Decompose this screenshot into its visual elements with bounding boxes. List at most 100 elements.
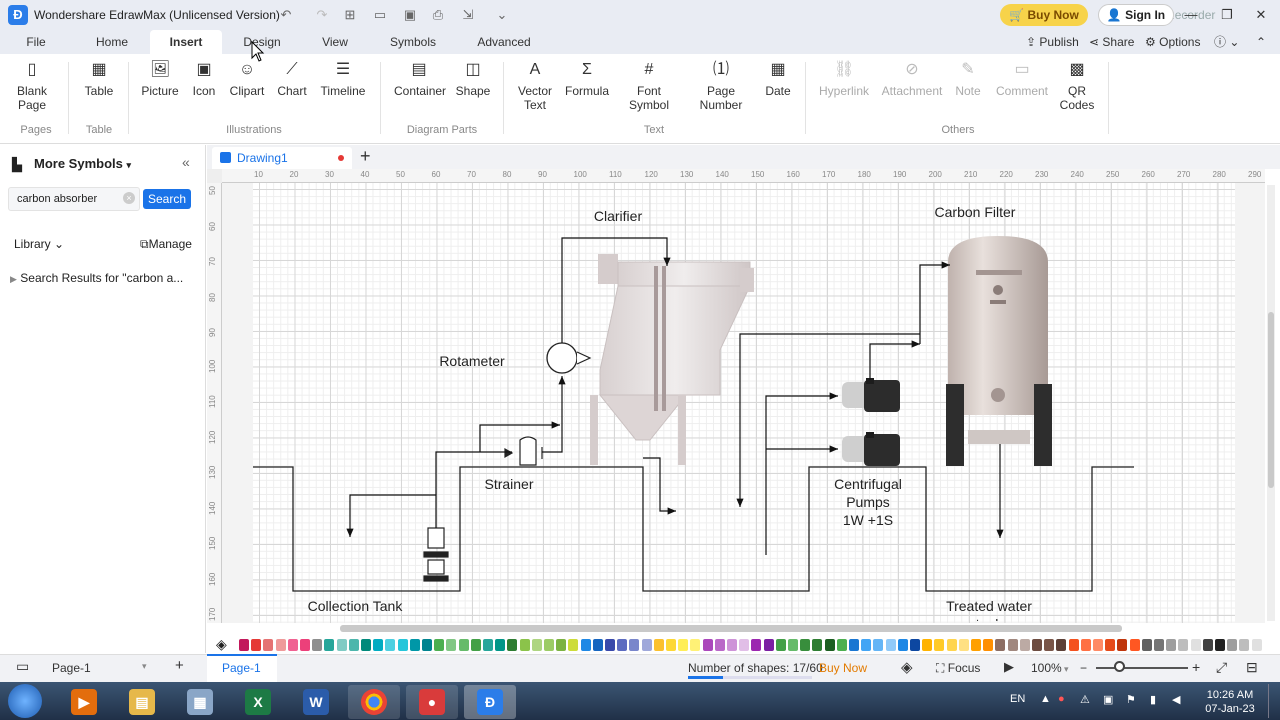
color-swatch[interactable] <box>1117 639 1128 651</box>
color-swatch[interactable] <box>995 639 1006 651</box>
color-swatch[interactable] <box>1044 639 1055 651</box>
taskbar-calculator[interactable]: ▦ <box>174 685 226 719</box>
centrifugal-pump-1[interactable] <box>842 378 900 412</box>
color-swatch[interactable] <box>958 639 969 651</box>
color-swatch[interactable] <box>1251 639 1262 651</box>
color-swatch[interactable] <box>397 639 408 651</box>
rotameter-label[interactable]: Rotameter <box>430 352 514 370</box>
color-swatch[interactable] <box>617 639 628 651</box>
clarifier-label[interactable]: Clarifier <box>578 207 658 225</box>
color-swatch[interactable] <box>836 639 847 651</box>
language-indicator[interactable]: EN <box>1010 693 1025 705</box>
color-swatch[interactable] <box>312 639 323 651</box>
network-icon[interactable]: ⚠ <box>1080 693 1090 706</box>
color-swatch[interactable] <box>556 639 567 651</box>
color-swatch[interactable] <box>483 639 493 651</box>
color-swatch[interactable] <box>702 639 713 651</box>
centrifugal-pump-2[interactable] <box>842 432 900 466</box>
color-swatch[interactable] <box>800 639 811 651</box>
taskbar-media-player[interactable]: ▶ <box>58 685 110 719</box>
zoom-slider[interactable] <box>1096 667 1188 669</box>
color-swatch[interactable] <box>971 639 981 651</box>
color-swatch[interactable] <box>592 639 603 651</box>
strainer-label[interactable]: Strainer <box>474 475 544 493</box>
color-swatch[interactable] <box>544 639 554 651</box>
fill-bucket-icon[interactable]: ◈ <box>216 636 227 653</box>
fit-width-icon[interactable]: ⊟ <box>1246 659 1258 676</box>
color-swatch[interactable] <box>287 639 298 651</box>
color-swatch[interactable] <box>568 639 579 651</box>
color-swatch[interactable] <box>641 639 652 651</box>
show-desktop-button[interactable] <box>1268 684 1278 718</box>
color-swatch[interactable] <box>873 639 884 651</box>
color-swatch[interactable] <box>751 639 762 651</box>
color-swatch[interactable] <box>714 639 725 651</box>
color-swatch[interactable] <box>373 639 384 651</box>
color-swatch[interactable] <box>434 639 445 651</box>
horizontal-scroll-thumb[interactable] <box>340 625 1122 632</box>
color-swatch[interactable] <box>239 639 249 651</box>
taskbar-clock[interactable]: 10:26 AM 07-Jan-23 <box>1202 688 1258 716</box>
color-swatch[interactable] <box>470 639 481 651</box>
color-swatch[interactable] <box>788 639 798 651</box>
color-swatch[interactable] <box>1019 639 1030 651</box>
status-buy-now-link[interactable]: Buy Now <box>819 661 867 675</box>
start-button[interactable] <box>8 684 42 718</box>
color-swatch[interactable] <box>1129 639 1140 651</box>
color-swatch[interactable] <box>1141 639 1152 651</box>
color-swatch[interactable] <box>495 639 506 651</box>
color-swatch[interactable] <box>727 639 737 651</box>
color-swatch[interactable] <box>361 639 371 651</box>
color-swatch[interactable] <box>605 639 615 651</box>
color-swatch[interactable] <box>861 639 872 651</box>
color-swatch[interactable] <box>519 639 530 651</box>
taskbar-word[interactable]: W <box>290 685 342 719</box>
zoom-in-icon[interactable]: + <box>1192 659 1200 675</box>
color-swatch[interactable] <box>885 639 896 651</box>
color-swatch[interactable] <box>812 639 823 651</box>
rotameter-symbol[interactable] <box>546 342 592 374</box>
color-swatch[interactable] <box>446 639 457 651</box>
carbon-filter-vessel[interactable] <box>946 236 1052 466</box>
color-swatch[interactable] <box>763 639 774 651</box>
color-swatch[interactable] <box>263 639 274 651</box>
clarifier-unit[interactable] <box>590 254 754 465</box>
vertical-scroll-thumb[interactable] <box>1268 312 1274 488</box>
page-select-dropdown[interactable]: Page-1 ▾ <box>44 661 154 675</box>
page-panel-icon[interactable]: ▭ <box>16 658 29 675</box>
color-swatch[interactable] <box>897 639 908 651</box>
color-swatch[interactable] <box>922 639 933 651</box>
color-swatch[interactable] <box>531 639 542 651</box>
zoom-dropdown-icon[interactable]: ▾ <box>1064 664 1069 675</box>
color-swatch[interactable] <box>1202 639 1213 651</box>
zoom-slider-handle[interactable] <box>1114 661 1125 672</box>
show-hidden-icons[interactable]: ▲ <box>1040 693 1051 705</box>
recorder-tray-icon[interactable]: ● <box>1058 693 1065 705</box>
focus-button[interactable]: ⛶ Focus <box>936 661 980 676</box>
collection-tank[interactable] <box>253 466 1134 592</box>
color-swatch[interactable] <box>1080 639 1091 651</box>
pumps-label[interactable]: Centrifugal Pumps 1W +1S <box>818 475 918 529</box>
collection-tank-label[interactable]: Collection Tank <box>295 597 415 615</box>
tray-app-icon[interactable]: ▣ <box>1103 693 1113 706</box>
carbon-filter-label[interactable]: Carbon Filter <box>920 203 1030 221</box>
add-page-icon[interactable]: + <box>175 657 184 674</box>
treated-tank-label[interactable]: Treated water tank <box>930 597 1048 621</box>
taskbar-recorder[interactable]: ● <box>406 685 458 719</box>
taskbar-chrome[interactable] <box>348 685 400 719</box>
color-swatch[interactable] <box>300 639 310 651</box>
color-swatch[interactable] <box>251 639 262 651</box>
battery-icon[interactable]: ▮ <box>1150 693 1156 706</box>
color-swatch[interactable] <box>1227 639 1238 651</box>
color-swatch[interactable] <box>1007 639 1018 651</box>
color-swatch[interactable] <box>1178 639 1189 651</box>
color-swatch[interactable] <box>629 639 640 651</box>
color-swatch[interactable] <box>336 639 347 651</box>
color-swatch[interactable] <box>1068 639 1079 651</box>
volume-icon[interactable]: ◀ <box>1172 693 1180 706</box>
color-swatch[interactable] <box>849 639 859 651</box>
layers-icon[interactable]: ◈ <box>901 658 913 676</box>
color-swatch[interactable] <box>678 639 689 651</box>
color-swatch[interactable] <box>666 639 676 651</box>
color-swatch[interactable] <box>1239 639 1250 651</box>
